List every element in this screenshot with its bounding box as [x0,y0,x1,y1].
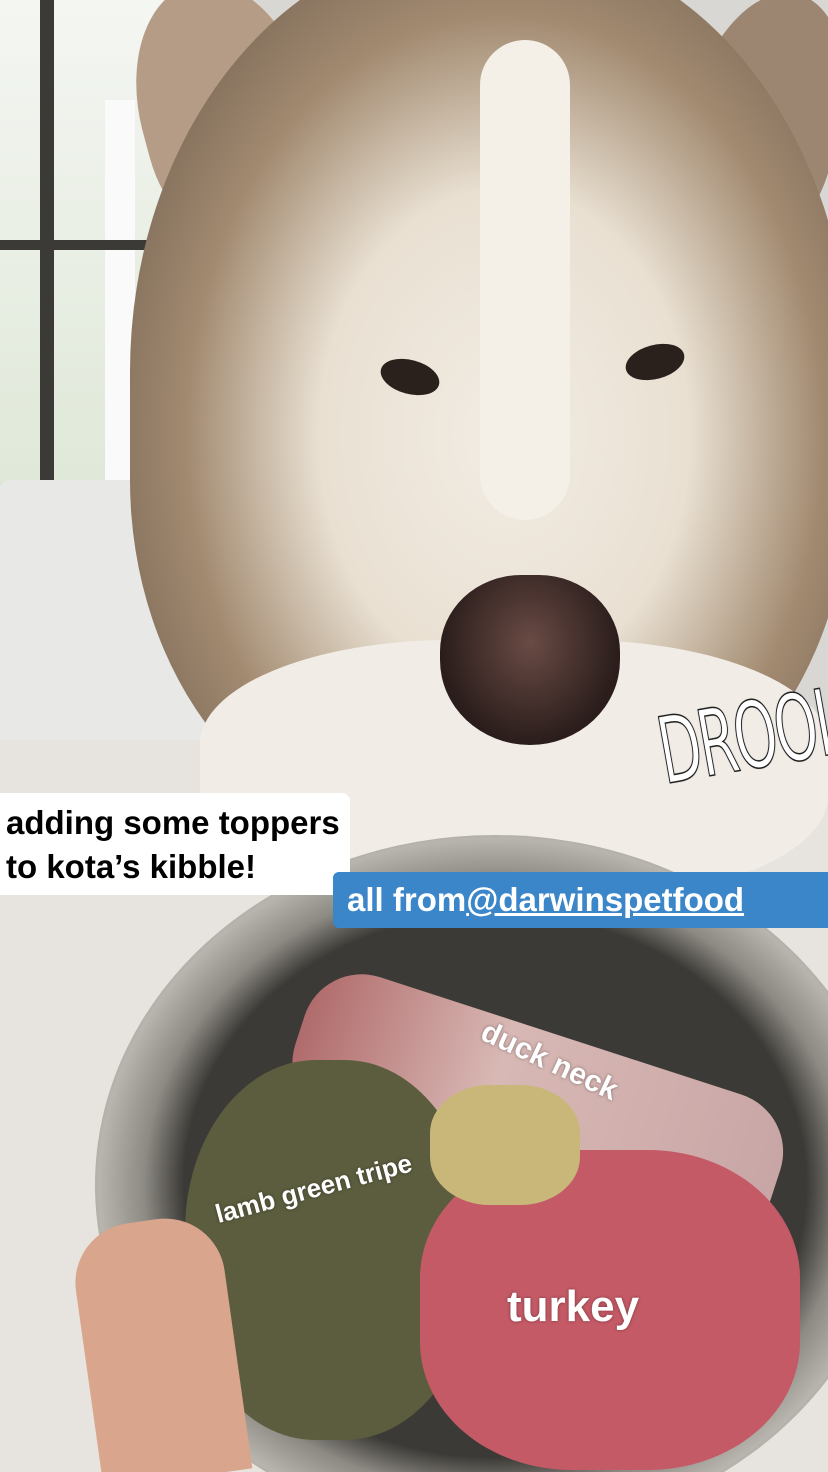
caption-line: adding some toppers [6,804,340,841]
turkey-label: turkey [507,1282,640,1331]
caption-line: to kota’s kibble! [6,848,256,885]
caption-text: adding some toppers to kota’s kibble! [0,793,350,895]
dog-nose [440,575,620,745]
mention-prefix: all from [347,881,467,918]
topper-food [430,1085,580,1205]
mention-link[interactable]: @darwinspetfood [466,881,744,918]
mention-caption: all from@darwinspetfood [333,872,828,928]
dog-blaze [480,40,570,520]
